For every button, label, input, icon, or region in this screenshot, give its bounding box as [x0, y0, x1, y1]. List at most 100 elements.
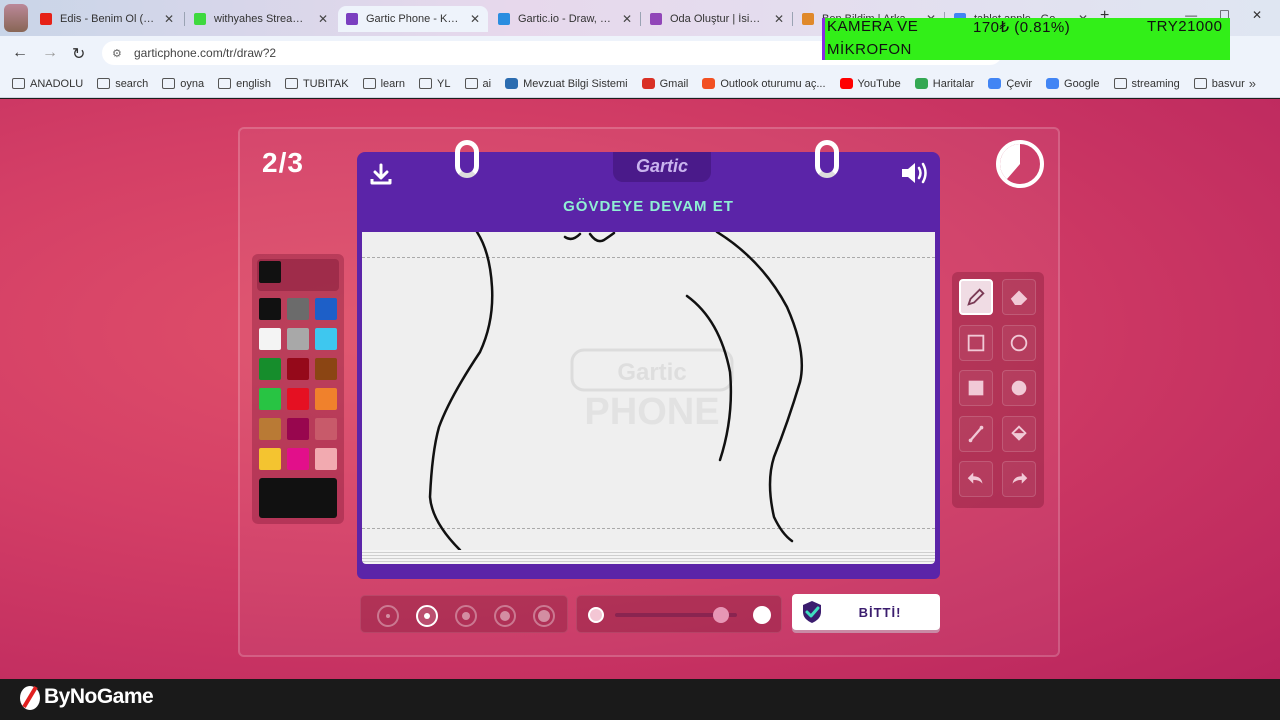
bookmark-item[interactable]: Google	[1046, 77, 1100, 90]
color-swatch[interactable]	[259, 388, 281, 410]
color-swatch[interactable]	[259, 358, 281, 380]
download-icon[interactable]	[369, 162, 393, 186]
tool-ellipse-filled-button[interactable]	[1002, 370, 1036, 406]
bookmark-item[interactable]: Gmail	[641, 78, 688, 90]
folder-icon	[464, 78, 478, 89]
color-swatch[interactable]	[315, 448, 337, 470]
tool-eraser-button[interactable]	[1002, 279, 1036, 315]
bookmark-item[interactable]: learn	[362, 77, 406, 90]
folder-icon	[1193, 78, 1207, 89]
bookmark-item[interactable]: ANADOLU	[12, 78, 83, 90]
color-swatch[interactable]	[259, 298, 281, 320]
browser-tab[interactable]: Edis - Benim Ol (Offic ✕	[32, 6, 182, 32]
profile-avatar[interactable]	[4, 4, 28, 32]
bookmark-item[interactable]: oyna	[162, 78, 204, 90]
color-swatch[interactable]	[315, 358, 337, 380]
bookmark-label: ANADOLU	[30, 77, 84, 90]
brush-size-option[interactable]	[416, 605, 438, 627]
tab-close-icon[interactable]: ✕	[318, 12, 328, 26]
bookmark-item[interactable]: Haritalar	[914, 78, 974, 90]
bookmark-label: learn	[380, 77, 406, 90]
tool-rectangle-filled-button[interactable]	[959, 370, 993, 406]
tab-close-icon[interactable]: ✕	[470, 12, 480, 26]
overlay-goal: TRY21000	[1147, 18, 1223, 35]
tool-undo-button[interactable]	[959, 461, 993, 497]
more-bookmarks-button[interactable]: »	[1249, 76, 1256, 91]
browser-tab[interactable]: withyahes Stream - K ✕	[186, 6, 336, 32]
opacity-knob[interactable]	[713, 607, 730, 623]
color-swatch[interactable]	[315, 418, 337, 440]
folder-icon	[162, 78, 176, 89]
opacity-slider[interactable]	[576, 595, 782, 633]
folder-icon	[419, 78, 433, 89]
bookmark-label: ai	[482, 77, 492, 90]
tool-line-button[interactable]	[959, 415, 993, 452]
brush-size-dot	[386, 614, 390, 618]
sound-icon[interactable]	[900, 160, 930, 186]
color-swatch[interactable]	[315, 388, 337, 410]
tab-close-icon[interactable]: ✕	[774, 12, 784, 26]
color-swatch[interactable]	[287, 448, 309, 470]
tab-close-icon[interactable]: ✕	[164, 12, 174, 26]
close-window-icon[interactable]: ✕	[1252, 8, 1262, 22]
browser-tab[interactable]: Gartic Phone - Kulak ✕	[338, 6, 488, 32]
color-swatch[interactable]	[287, 328, 309, 350]
brush-size-option[interactable]	[494, 605, 516, 627]
bookmark-item[interactable]: TUBITAK	[284, 78, 349, 90]
tool-ellipse-outline-button[interactable]	[1002, 324, 1036, 361]
brush-size-bar	[360, 595, 568, 633]
opacity-min-icon	[588, 607, 604, 623]
tab-label: Oda Oluştur | İsim Şe	[670, 13, 768, 25]
tab-label: Gartic.io - Draw, Gue	[518, 13, 616, 25]
bookmark-label: english	[236, 77, 271, 90]
site-info-icon[interactable]: ⚙	[112, 47, 124, 60]
color-swatch[interactable]	[287, 388, 309, 410]
folder-icon	[97, 78, 111, 89]
tool-rectangle-outline-button[interactable]	[959, 324, 993, 361]
tab-favicon-icon	[498, 13, 510, 25]
ellipse-filled-icon	[1011, 380, 1027, 396]
bookmark-item[interactable]: Outlook oturumu aç...	[702, 77, 826, 90]
tool-pencil-button[interactable]	[959, 279, 993, 315]
tab-favicon-icon	[346, 13, 358, 25]
bynogame-brand: ByNoGame	[44, 685, 154, 708]
drawing-canvas[interactable]: Gartic PHONE	[362, 232, 935, 550]
tool-redo-button[interactable]	[1002, 461, 1036, 497]
bookmark-item[interactable]: YL	[419, 78, 451, 90]
back-icon[interactable]: ←	[12, 44, 28, 62]
color-swatch[interactable]	[259, 418, 281, 440]
tab-close-icon[interactable]: ✕	[622, 12, 632, 26]
color-swatch[interactable]	[259, 448, 281, 470]
site-favicon-icon	[914, 78, 928, 89]
color-swatch[interactable]	[287, 358, 309, 380]
bookmark-label: Google	[1064, 77, 1100, 90]
tool-fill-bucket-button[interactable]	[1002, 415, 1036, 452]
bookmark-item[interactable]: search	[97, 78, 148, 90]
bookmark-item[interactable]: Çevir	[988, 78, 1032, 90]
color-swatch[interactable]	[315, 328, 337, 350]
bookmark-item[interactable]: english	[218, 78, 271, 90]
brush-size-option[interactable]	[533, 605, 555, 627]
reload-icon[interactable]: ↻	[72, 44, 85, 64]
bookmark-item[interactable]: Mevzuat Bilgi Sistemi	[505, 78, 628, 90]
bookmark-label: Outlook oturumu aç...	[720, 77, 826, 90]
brush-size-dot	[462, 612, 470, 620]
drawing-notebook: Gartic GÖVDEYE DEVAM ET Gartic PHONE	[357, 140, 940, 579]
brush-size-option[interactable]	[377, 605, 399, 627]
color-swatch[interactable]	[259, 328, 281, 350]
bookmark-item[interactable]: basvur	[1193, 78, 1245, 90]
color-swatch[interactable]	[287, 298, 309, 320]
done-button[interactable]: BİTTİ!	[792, 594, 940, 630]
bookmark-item[interactable]: ai	[464, 77, 492, 90]
fill-bucket-icon	[1011, 424, 1027, 441]
selected-color-preview[interactable]	[259, 478, 337, 518]
bookmark-item[interactable]: YouTube	[839, 78, 901, 90]
bookmark-item[interactable]: streaming	[1113, 78, 1180, 90]
brush-size-option[interactable]	[455, 605, 477, 627]
forward-icon[interactable]: →	[42, 44, 58, 62]
color-swatch[interactable]	[287, 418, 309, 440]
site-favicon-icon	[988, 78, 1002, 89]
browser-tab[interactable]: Gartic.io - Draw, Gue ✕	[490, 6, 640, 32]
color-swatch[interactable]	[315, 298, 337, 320]
browser-tab[interactable]: Oda Oluştur | İsim Şe ✕	[642, 6, 792, 32]
